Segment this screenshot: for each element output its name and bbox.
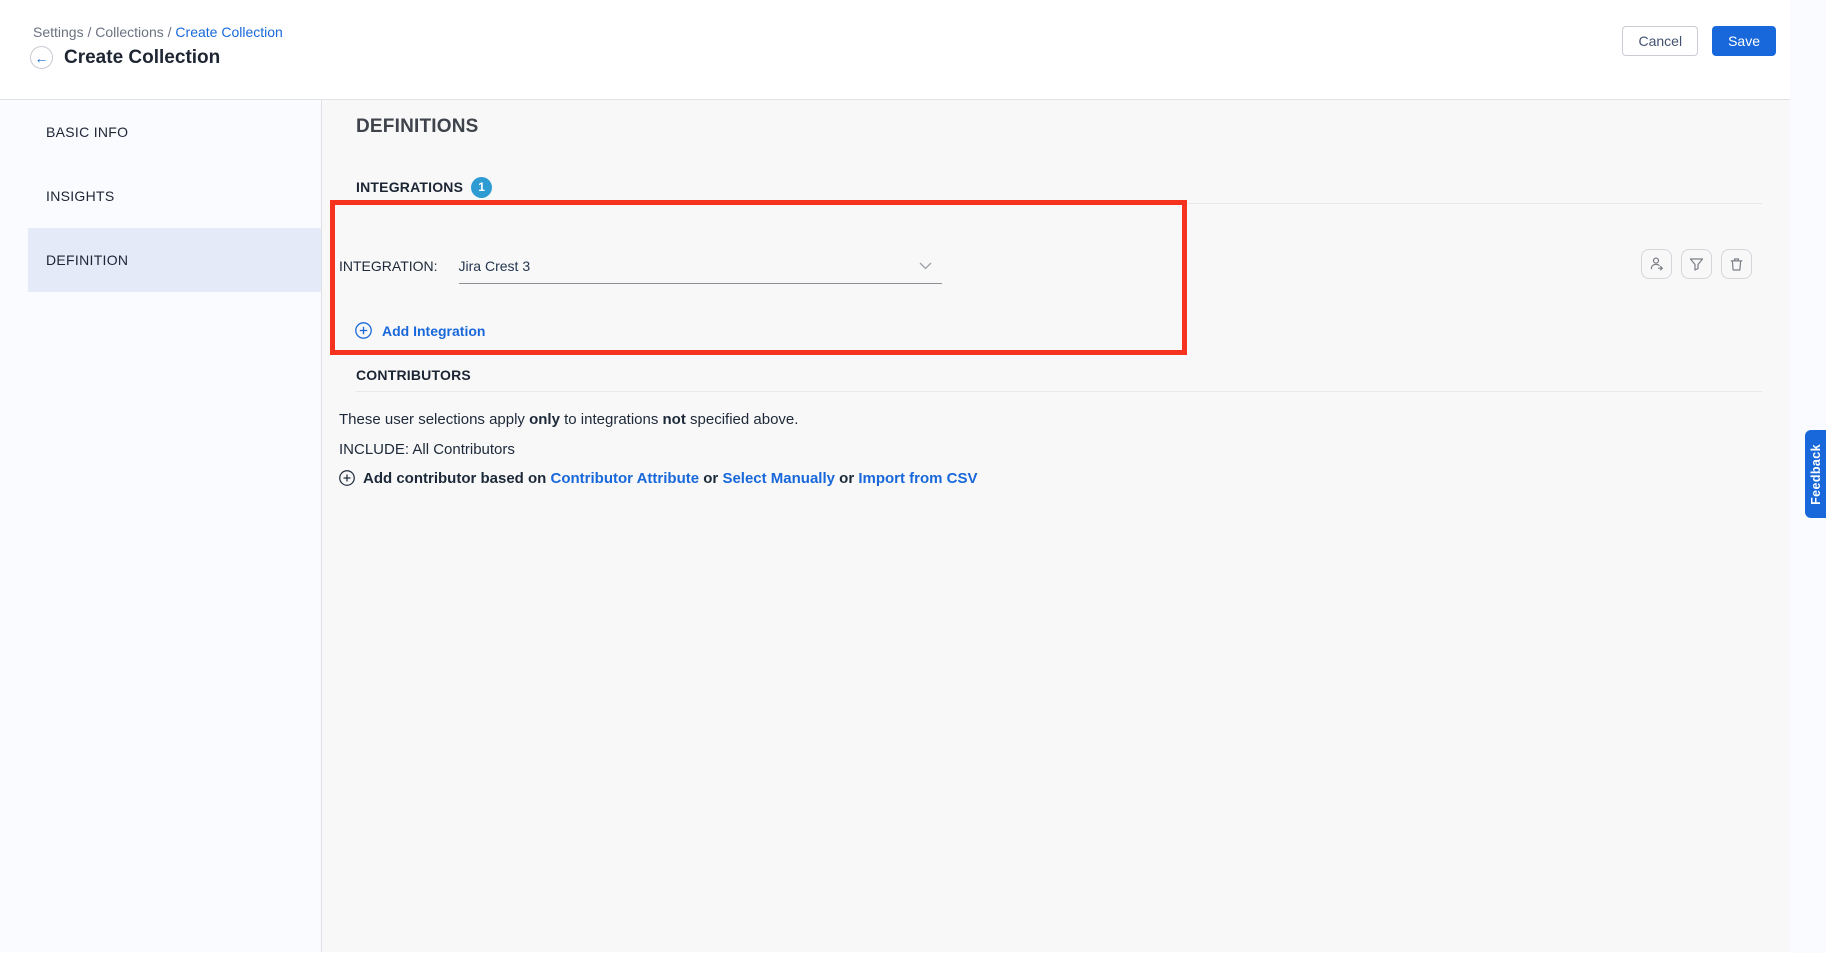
- add-integration-label: Add Integration: [382, 323, 485, 339]
- definitions-heading: DEFINITIONS: [356, 100, 1762, 138]
- or-separator: or: [699, 470, 722, 487]
- integrations-section-header: INTEGRATIONS 1: [356, 176, 1762, 198]
- contributors-section-title: CONTRIBUTORS: [356, 365, 1762, 386]
- contributor-attribute-link[interactable]: Contributor Attribute: [551, 470, 700, 487]
- sidebar-item-insights[interactable]: INSIGHTS: [28, 164, 321, 228]
- body: BASIC INFO INSIGHTS DEFINITION DEFINITIO…: [0, 100, 1790, 952]
- back-button[interactable]: ←: [30, 46, 53, 69]
- or-separator: or: [835, 470, 858, 487]
- include-line: INCLUDE: All Contributors: [339, 440, 1762, 460]
- integration-select-value: Jira Crest 3: [459, 258, 531, 274]
- title-row: ← Create Collection: [30, 46, 220, 69]
- delete-button[interactable]: [1721, 249, 1752, 279]
- breadcrumb-separator: /: [84, 24, 96, 40]
- page-title: Create Collection: [64, 47, 220, 69]
- sidebar: BASIC INFO INSIGHTS DEFINITION: [0, 100, 322, 952]
- filter-icon: [1689, 257, 1704, 272]
- main-content: DEFINITIONS INTEGRATIONS 1 INTEGRATION: …: [322, 100, 1790, 952]
- integration-select[interactable]: Jira Crest 3: [459, 248, 942, 284]
- add-contributor-row: Add contributor based on Contributor Att…: [339, 469, 1762, 489]
- integrations-section-title: INTEGRATIONS: [356, 179, 463, 195]
- back-arrow-icon: ←: [35, 51, 49, 65]
- circle-plus-icon: [355, 322, 372, 339]
- select-manually-link[interactable]: Select Manually: [722, 470, 835, 487]
- breadcrumb-separator: /: [164, 24, 176, 40]
- add-integration-link[interactable]: Add Integration: [355, 322, 1762, 339]
- integrations-divider: [356, 203, 1762, 204]
- add-contributor-button[interactable]: [1641, 249, 1672, 279]
- page: Settings / Collections / Create Collecti…: [0, 0, 1826, 953]
- sidebar-item-definition[interactable]: DEFINITION: [28, 228, 321, 292]
- contributors-divider: [356, 391, 1762, 392]
- sidebar-item-basic-info[interactable]: BASIC INFO: [28, 100, 321, 164]
- import-from-csv-link[interactable]: Import from CSV: [858, 470, 977, 487]
- feedback-tab-label: Feedback: [1809, 444, 1823, 505]
- page-header: Settings / Collections / Create Collecti…: [0, 0, 1790, 100]
- contributors-note: These user selections apply only to inte…: [339, 410, 1762, 430]
- add-contributor-prefix: Add contributor based on: [363, 470, 551, 487]
- integration-row-actions: [1641, 249, 1752, 279]
- breadcrumb: Settings / Collections / Create Collecti…: [33, 24, 283, 40]
- delete-icon: [1729, 257, 1744, 272]
- filter-button[interactable]: [1681, 249, 1712, 279]
- integration-label: INTEGRATION:: [339, 258, 438, 274]
- breadcrumb-settings[interactable]: Settings: [33, 24, 84, 40]
- cancel-button[interactable]: Cancel: [1622, 26, 1698, 56]
- feedback-tab[interactable]: Feedback: [1805, 430, 1826, 518]
- save-button[interactable]: Save: [1712, 26, 1776, 56]
- integration-row: INTEGRATION: Jira Crest 3: [339, 248, 1762, 284]
- breadcrumb-create-collection[interactable]: Create Collection: [175, 24, 282, 40]
- app-window: Settings / Collections / Create Collecti…: [0, 0, 1790, 953]
- header-actions: Cancel Save: [1622, 26, 1776, 56]
- add-contributor-icon: [1649, 256, 1665, 272]
- chevron-down-icon: [919, 262, 932, 270]
- integrations-count-badge: 1: [471, 177, 492, 198]
- breadcrumb-collections[interactable]: Collections: [95, 24, 163, 40]
- circle-plus-icon: [339, 470, 355, 486]
